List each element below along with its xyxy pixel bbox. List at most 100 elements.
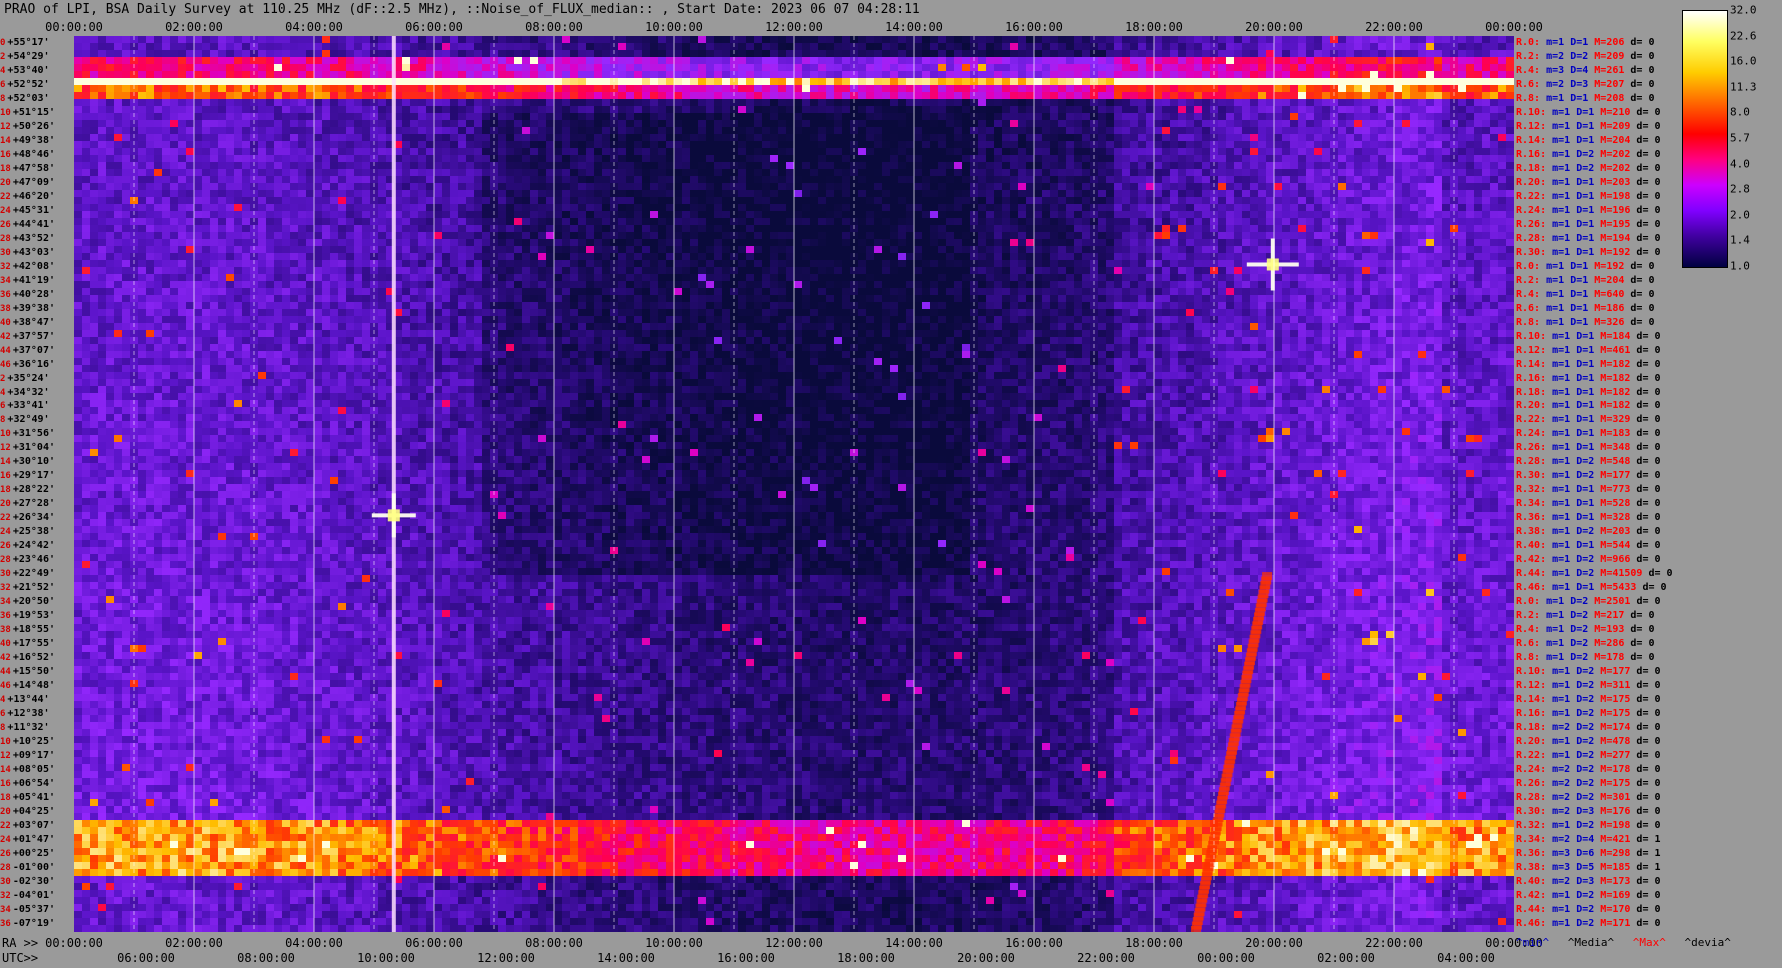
heatmap-cell — [402, 99, 410, 106]
heatmap-cell — [834, 120, 842, 127]
heatmap-cell — [802, 92, 810, 99]
dec-index: 16 — [0, 150, 11, 160]
heatmap-cell — [442, 183, 450, 190]
heatmap-cell — [154, 50, 162, 57]
heatmap-cell — [570, 36, 578, 43]
heatmap-cell — [1314, 92, 1322, 99]
heatmap-cell — [1434, 64, 1442, 71]
heatmap-cell — [146, 211, 154, 218]
heatmap-cell — [338, 85, 346, 92]
heatmap-cell — [258, 127, 266, 134]
heatmap-cell — [570, 197, 578, 204]
heatmap-cell — [1322, 183, 1330, 190]
heatmap-cell — [1282, 162, 1290, 169]
heatmap-cell — [1154, 183, 1162, 190]
heatmap-cell — [786, 183, 794, 190]
heatmap-cell — [170, 204, 178, 211]
heatmap-cell — [1458, 211, 1466, 218]
heatmap-cell — [242, 148, 250, 155]
heatmap-cell — [474, 155, 482, 162]
heatmap-cell — [1242, 204, 1250, 211]
heatmap-cell — [586, 85, 594, 92]
heatmap-cell — [1154, 176, 1162, 183]
heatmap-cell — [210, 64, 218, 71]
heatmap-cell — [1026, 169, 1034, 176]
heatmap-cell — [1266, 204, 1274, 211]
flux-heatmap[interactable] — [74, 36, 1514, 932]
heatmap-cell — [522, 64, 530, 71]
heatmap-cell — [1322, 71, 1330, 78]
heatmap-cell — [738, 85, 746, 92]
heatmap-cell — [178, 211, 186, 218]
heatmap-cell — [82, 211, 90, 218]
heatmap-cell — [1378, 85, 1386, 92]
heatmap-cell — [1394, 211, 1402, 218]
heatmap-cell — [210, 127, 218, 134]
heatmap-cell — [442, 148, 450, 155]
heatmap-cell — [906, 155, 914, 162]
heatmap-cell — [242, 99, 250, 106]
heatmap-cell — [426, 162, 434, 169]
dec-value: +32°49' — [7, 414, 49, 425]
heatmap-cell — [194, 85, 202, 92]
heatmap-cell — [714, 183, 722, 190]
heatmap-cell — [1162, 99, 1170, 106]
heatmap-cell — [82, 127, 90, 134]
heatmap-cell — [1258, 36, 1266, 43]
axis-tick-label: 22:00:00 — [1365, 20, 1423, 34]
heatmap-cell — [202, 64, 210, 71]
dec-label: 12 +31°04' — [0, 441, 55, 455]
heatmap-cell — [458, 85, 466, 92]
heatmap-cell — [330, 127, 338, 134]
heatmap-cell — [1394, 85, 1402, 92]
heatmap-cell — [290, 92, 298, 99]
heatmap-cell — [1170, 211, 1178, 218]
heatmap-cell — [202, 190, 210, 197]
heatmap-cell — [1322, 134, 1330, 141]
dec-index: 14 — [0, 457, 11, 467]
heatmap-cell — [362, 36, 370, 43]
heatmap-cell — [1010, 64, 1018, 71]
heatmap-cell — [1258, 155, 1266, 162]
heatmap-cell — [114, 176, 122, 183]
heatmap-cell — [1218, 211, 1226, 218]
heatmap-cell — [538, 113, 546, 120]
heatmap-cell — [770, 85, 778, 92]
heatmap-cell — [1242, 197, 1250, 204]
heatmap-cell — [1498, 85, 1506, 92]
heatmap-cell — [698, 176, 706, 183]
heatmap-cell — [690, 99, 698, 106]
heatmap-cell — [986, 190, 994, 197]
heatmap-cell — [818, 106, 826, 113]
heatmap-cell — [1298, 155, 1306, 162]
heatmap-cell — [666, 169, 674, 176]
heatmap-cell — [1506, 169, 1514, 176]
heatmap-cell — [442, 85, 450, 92]
heatmap-cell — [842, 36, 850, 43]
heatmap-cell — [1274, 50, 1282, 57]
heatmap-cell — [426, 99, 434, 106]
heatmap-cell — [930, 183, 938, 190]
heatmap-cell — [290, 120, 298, 127]
heatmap-cell — [738, 176, 746, 183]
heatmap-cell — [194, 71, 202, 78]
heatmap-cell — [1122, 197, 1130, 204]
heatmap-cell — [1490, 43, 1498, 50]
heatmap-cell — [106, 218, 114, 225]
heatmap-cell — [1306, 183, 1314, 190]
heatmap-cell — [810, 190, 818, 197]
heatmap-cell — [562, 197, 570, 204]
heatmap-cell — [754, 141, 762, 148]
heatmap-cell — [498, 211, 506, 218]
heatmap-cell — [754, 176, 762, 183]
heatmap-cell — [722, 120, 730, 127]
heatmap-cell — [698, 78, 706, 85]
heatmap-cell — [1354, 64, 1362, 71]
heatmap-cell — [82, 99, 90, 106]
heatmap-cell — [522, 148, 530, 155]
dec-label: 26 +00°25' — [0, 847, 55, 861]
heatmap-cell — [426, 71, 434, 78]
dec-index: 10 — [0, 108, 11, 118]
heatmap-cell — [178, 113, 186, 120]
heatmap-cell — [922, 57, 930, 64]
